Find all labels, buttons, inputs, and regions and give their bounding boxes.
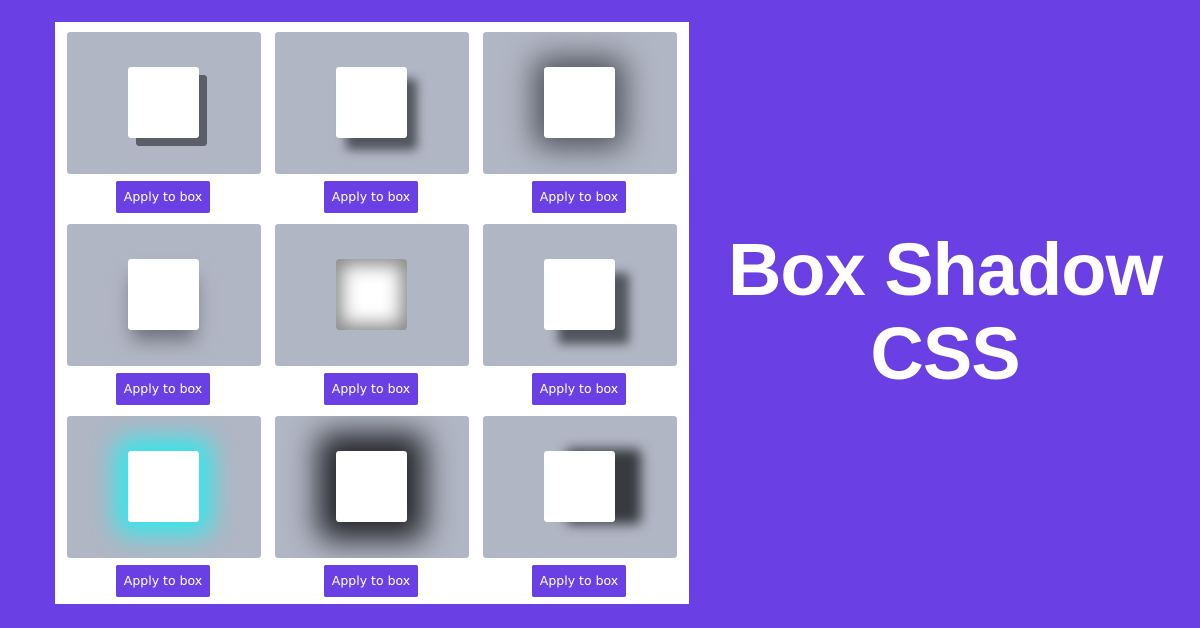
example-cell-2: Apply to box: [275, 32, 469, 217]
headline-line-2: CSS: [870, 312, 1020, 395]
apply-to-box-button[interactable]: Apply to box: [532, 565, 626, 597]
preview-card: [67, 416, 261, 558]
headline: Box Shadow CSS: [700, 228, 1190, 396]
preview-card: [483, 32, 677, 174]
example-cell-3: Apply to box: [483, 32, 677, 217]
preview-box: [128, 451, 199, 522]
preview-card: [67, 32, 261, 174]
example-cell-5: Apply to box: [275, 224, 469, 409]
apply-to-box-button[interactable]: Apply to box: [116, 373, 210, 405]
preview-card: [483, 224, 677, 366]
examples-panel: Apply to box Apply to box Apply to box A…: [55, 22, 689, 604]
preview-card: [67, 224, 261, 366]
apply-to-box-button[interactable]: Apply to box: [532, 373, 626, 405]
preview-box: [336, 451, 407, 522]
preview-box: [336, 259, 407, 330]
preview-card: [275, 224, 469, 366]
example-cell-7: Apply to box: [67, 416, 261, 601]
apply-to-box-button[interactable]: Apply to box: [116, 181, 210, 213]
example-cell-6: Apply to box: [483, 224, 677, 409]
example-cell-4: Apply to box: [67, 224, 261, 409]
example-cell-8: Apply to box: [275, 416, 469, 601]
example-cell-9: Apply to box: [483, 416, 677, 601]
headline-line-1: Box Shadow: [727, 228, 1163, 311]
preview-card: [275, 416, 469, 558]
preview-box: [544, 67, 615, 138]
preview-box: [128, 67, 199, 138]
apply-to-box-button[interactable]: Apply to box: [324, 373, 418, 405]
preview-card: [483, 416, 677, 558]
preview-box: [544, 259, 615, 330]
preview-box: [336, 67, 407, 138]
apply-to-box-button[interactable]: Apply to box: [324, 565, 418, 597]
apply-to-box-button[interactable]: Apply to box: [532, 181, 626, 213]
apply-to-box-button[interactable]: Apply to box: [324, 181, 418, 213]
preview-card: [275, 32, 469, 174]
apply-to-box-button[interactable]: Apply to box: [116, 565, 210, 597]
example-cell-1: Apply to box: [67, 32, 261, 217]
preview-box: [128, 259, 199, 330]
preview-box: [544, 451, 615, 522]
